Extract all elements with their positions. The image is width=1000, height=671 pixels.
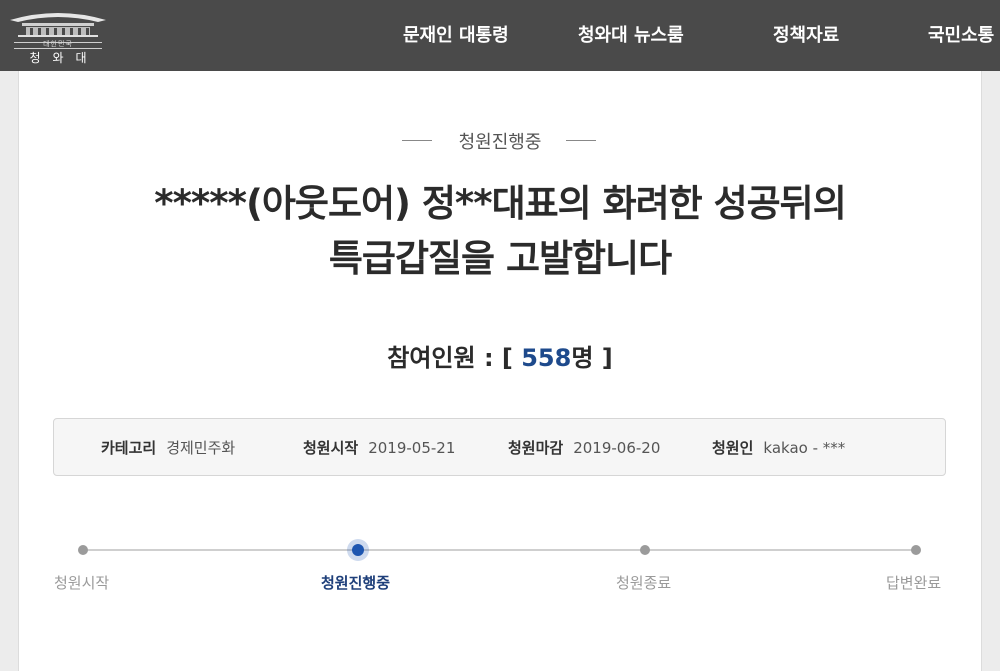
nav-policy[interactable]: 정책자료	[773, 0, 839, 71]
nav-president[interactable]: 문재인 대통령	[403, 0, 509, 71]
petition-info-box: 카테고리 경제민주화 청원시작 2019-05-21 청원마감 2019-06-20 …	[53, 418, 946, 476]
petition-title-line1: *****(아웃도어) 정**대표의 화려한 성공뒤의	[154, 182, 847, 225]
info-author-value: kakao - ***	[763, 439, 846, 457]
progress-dot-current	[352, 544, 364, 556]
progress-dot-closed	[640, 545, 650, 555]
info-author: 청원인 kakao - ***	[712, 419, 845, 477]
info-category-label: 카테고리	[101, 439, 157, 457]
info-end-label: 청원마감	[508, 439, 564, 457]
info-category-value: 경제민주화	[166, 439, 236, 457]
top-navigation-bar: 대한민국 청와대 문재인 대통령 청와대 뉴스룸 정책자료 국민소통	[0, 0, 1000, 71]
progress-dot-start	[78, 545, 88, 555]
status-dash-right	[566, 140, 596, 141]
cheongwadae-logo[interactable]: 대한민국 청와대	[6, 6, 110, 65]
info-author-label: 청원인	[712, 439, 754, 457]
progress-step-answered: 답변완료	[886, 574, 942, 592]
logo-name: 청와대	[29, 51, 99, 65]
info-start-value: 2019-05-21	[368, 439, 456, 457]
progress-step-closed: 청원종료	[616, 574, 672, 592]
progress-step-start: 청원시작	[54, 574, 110, 592]
info-start-label: 청원시작	[303, 439, 359, 457]
participant-count-suffix: 명 ]	[571, 344, 613, 372]
participant-count-value: 558	[521, 344, 572, 372]
petition-title-line2: 특급갑질을 고발합니다	[328, 237, 672, 280]
info-start-date: 청원시작 2019-05-21	[303, 419, 455, 477]
petition-status: 청원진행중	[0, 128, 1000, 154]
info-end-value: 2019-06-20	[573, 439, 661, 457]
progress-track	[82, 549, 917, 551]
progress-dot-answered	[911, 545, 921, 555]
nav-communication[interactable]: 국민소통	[928, 0, 994, 71]
petition-status-label: 청원진행중	[458, 132, 542, 153]
info-end-date: 청원마감 2019-06-20	[508, 419, 660, 477]
nav-newsroom[interactable]: 청와대 뉴스룸	[578, 0, 684, 71]
petition-title: *****(아웃도어) 정**대표의 화려한 성공뒤의 특급갑질을 고발합니다	[0, 176, 1000, 286]
participant-count-prefix: 참여인원 : [	[387, 344, 522, 372]
blue-house-roof-icon	[10, 13, 106, 37]
progress-step-current: 청원진행중	[321, 574, 391, 592]
info-category: 카테고리 경제민주화	[101, 419, 235, 477]
participant-count: 참여인원 : [ 558명 ]	[0, 338, 1000, 373]
